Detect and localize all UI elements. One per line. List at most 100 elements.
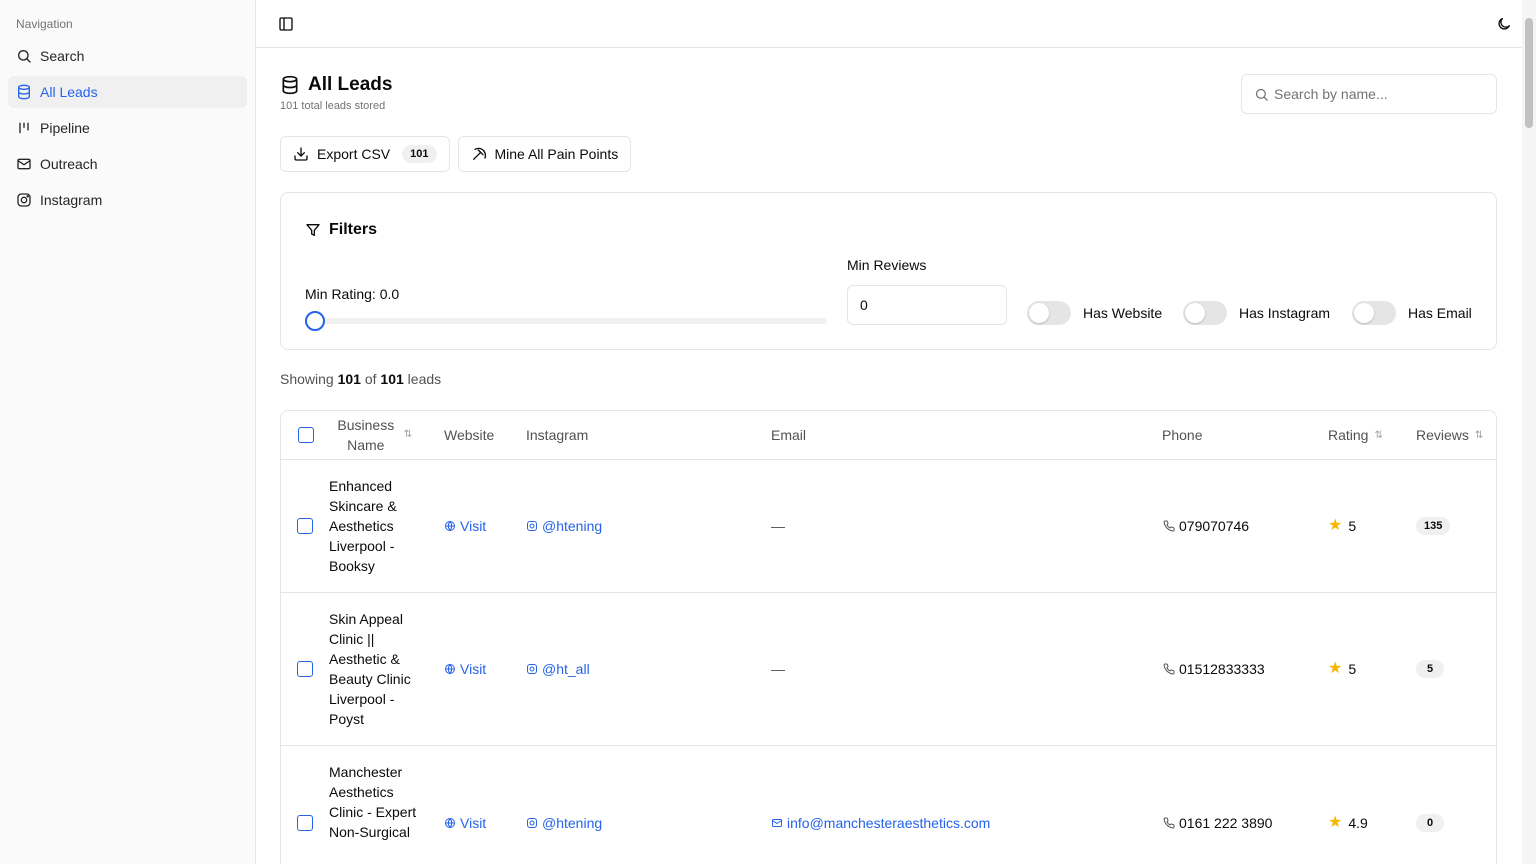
reviews-cell: 5 bbox=[1416, 593, 1444, 745]
email-link[interactable]: info@manchesteraesthetics.com bbox=[771, 815, 990, 831]
theme-toggle-button[interactable] bbox=[1492, 12, 1516, 36]
page-subtitle: 101 total leads stored bbox=[280, 100, 386, 112]
pickaxe-icon bbox=[472, 147, 486, 160]
rating-value: 5 bbox=[1348, 518, 1357, 534]
toggle-label: Has Website bbox=[1083, 305, 1163, 321]
sidebar-item-search[interactable]: Search bbox=[8, 40, 247, 72]
star-icon: ★ bbox=[1328, 517, 1343, 534]
panel-left-icon bbox=[279, 17, 293, 31]
row-checkbox[interactable] bbox=[297, 661, 313, 677]
slider-track bbox=[305, 318, 827, 324]
summary-prefix: Showing bbox=[280, 371, 334, 387]
rating-value: 4.9 bbox=[1348, 814, 1368, 831]
search-box[interactable] bbox=[1241, 74, 1497, 114]
toggle-switch[interactable] bbox=[1027, 301, 1071, 325]
select-all-checkbox[interactable] bbox=[298, 427, 314, 443]
link-label: info@manchesteraesthetics.com bbox=[787, 814, 991, 831]
header-reviews[interactable]: Reviews ⇅ bbox=[1416, 411, 1483, 459]
sidebar-item-label: Outreach bbox=[40, 156, 98, 172]
summary-shown-count: 101 bbox=[337, 371, 361, 387]
instagram-link[interactable]: @htening bbox=[526, 815, 602, 831]
mine-pain-points-label: Mine All Pain Points bbox=[494, 146, 619, 162]
summary-total-count: 101 bbox=[380, 371, 404, 387]
phone-icon bbox=[1163, 520, 1175, 532]
business-name: Manchester Aesthetics Clinic - Expert No… bbox=[329, 764, 417, 840]
header-rating[interactable]: Rating ⇅ bbox=[1328, 411, 1383, 459]
min-rating-label: Min Rating: 0.0 bbox=[305, 286, 400, 302]
export-csv-label: Export CSV bbox=[317, 146, 391, 162]
row-checkbox[interactable] bbox=[297, 518, 313, 534]
moon-icon bbox=[1498, 18, 1510, 30]
header-business-name[interactable]: Business Name ⇅ bbox=[333, 411, 413, 459]
row-select-cell bbox=[297, 460, 313, 592]
sidebar-item-all-leads[interactable]: All Leads bbox=[8, 76, 247, 108]
scrollbar-thumb[interactable] bbox=[1525, 18, 1533, 128]
instagram-icon bbox=[527, 817, 537, 828]
phone-cell: 079070746 bbox=[1163, 460, 1249, 592]
export-csv-button[interactable]: Export CSV 101 bbox=[280, 136, 450, 172]
page-scrollbar[interactable] bbox=[1522, 0, 1536, 864]
has-website-toggle[interactable]: Has Website bbox=[1027, 301, 1162, 325]
search-input[interactable] bbox=[1274, 86, 1484, 102]
min-reviews-input[interactable] bbox=[847, 285, 1007, 325]
website-cell: Visit bbox=[444, 593, 486, 745]
row-checkbox[interactable] bbox=[297, 814, 313, 831]
website-link[interactable]: Visit bbox=[444, 661, 486, 677]
link-label: @htening bbox=[542, 518, 603, 534]
min-reviews-label: Min Reviews bbox=[847, 257, 927, 273]
reviews-cell: 0 bbox=[1416, 746, 1444, 864]
table-row: Manchester Aesthetics Clinic - Expert No… bbox=[281, 746, 1496, 864]
reviews-badge: 135 bbox=[1416, 517, 1451, 535]
link-label: Visit bbox=[460, 518, 487, 534]
kanban-icon bbox=[19, 122, 29, 134]
select-all-cell bbox=[298, 411, 314, 459]
instagram-cell: @ht_all bbox=[526, 593, 590, 745]
filters-title: Filters bbox=[305, 221, 377, 239]
phone-cell: 01512833333 bbox=[1163, 593, 1265, 745]
results-summary: Showing 101 of 101 leads bbox=[280, 371, 441, 387]
link-label: Visit bbox=[460, 661, 487, 677]
action-bar: Export CSV 101 Mine All Pain Points bbox=[280, 136, 632, 172]
star-icon: ★ bbox=[1328, 813, 1343, 831]
header-website: Website bbox=[444, 427, 495, 443]
header-email: Email bbox=[771, 427, 807, 443]
phone-number: 01512833333 bbox=[1179, 661, 1265, 677]
slider-thumb[interactable] bbox=[305, 311, 325, 331]
sidebar-toggle-button[interactable] bbox=[274, 12, 298, 36]
instagram-link[interactable]: @ht_all bbox=[526, 661, 590, 677]
email-cell: info@manchesteraesthetics.com bbox=[771, 746, 990, 864]
reviews-badge: 5 bbox=[1416, 660, 1444, 678]
toggle-switch[interactable] bbox=[1183, 301, 1227, 325]
globe-icon bbox=[445, 663, 455, 675]
rating-cell: ★ 4.9 bbox=[1328, 746, 1368, 864]
header-label: Reviews bbox=[1416, 427, 1469, 443]
instagram-cell: @htening bbox=[526, 460, 602, 592]
sidebar-item-pipeline[interactable]: Pipeline bbox=[8, 112, 247, 144]
sidebar-item-instagram[interactable]: Instagram bbox=[8, 184, 247, 216]
email-cell: — bbox=[771, 661, 785, 677]
has-email-toggle[interactable]: Has Email bbox=[1352, 301, 1472, 325]
toggle-switch[interactable] bbox=[1352, 301, 1396, 325]
instagram-icon bbox=[527, 664, 537, 674]
download-icon bbox=[294, 147, 308, 161]
table-row: Enhanced Skincare & Aesthetics Liverpool… bbox=[281, 460, 1496, 593]
sidebar-item-label: Pipeline bbox=[40, 120, 90, 136]
sidebar-item-outreach[interactable]: Outreach bbox=[8, 148, 247, 180]
top-bar bbox=[256, 0, 1522, 48]
instagram-link[interactable]: @htening bbox=[526, 518, 602, 534]
mine-pain-points-button[interactable]: Mine All Pain Points bbox=[457, 136, 632, 172]
export-count-badge: 101 bbox=[402, 145, 437, 163]
header-label: Business Name bbox=[337, 417, 395, 453]
toggle-label: Has Instagram bbox=[1239, 305, 1331, 321]
instagram-icon bbox=[17, 193, 31, 207]
mail-icon bbox=[17, 158, 31, 170]
filter-icon bbox=[306, 224, 320, 236]
search-icon bbox=[1255, 88, 1268, 101]
website-link[interactable]: Visit bbox=[444, 815, 486, 831]
website-link[interactable]: Visit bbox=[444, 518, 486, 534]
toggle-label: Has Email bbox=[1408, 305, 1472, 321]
header-phone: Phone bbox=[1162, 427, 1203, 443]
table-row: Skin Appeal Clinic || Aesthetic & Beauty… bbox=[281, 593, 1496, 746]
has-instagram-toggle[interactable]: Has Instagram bbox=[1183, 301, 1330, 325]
min-rating-slider[interactable] bbox=[305, 311, 827, 331]
